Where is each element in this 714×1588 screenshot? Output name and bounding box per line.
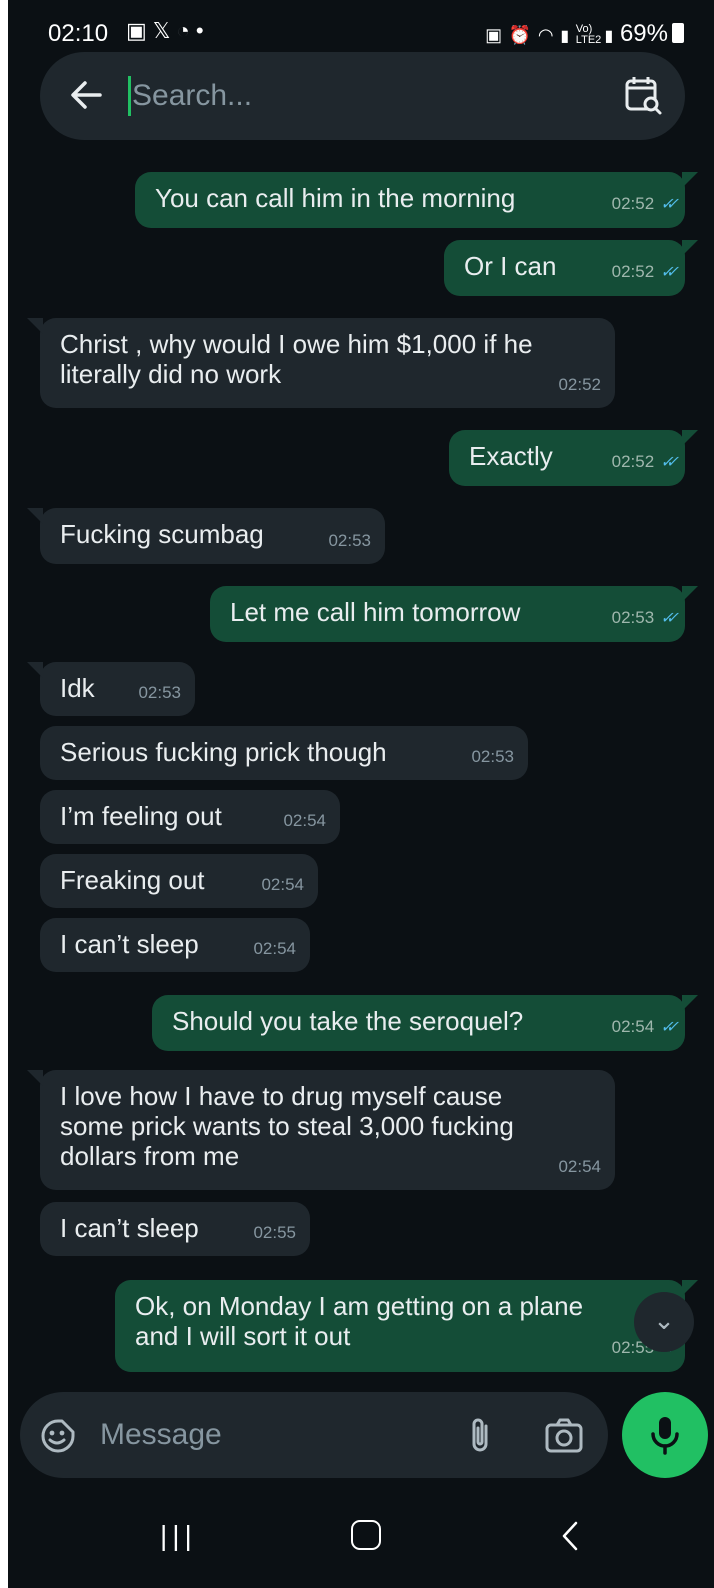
status-right: ▣ ⏰ ◠ ▮ Vo) LTE2 ▮ 69% — [485, 20, 684, 48]
message-bubble-outgoing[interactable]: Should you take the seroquel? 02:54 ✓✓ — [152, 995, 698, 1051]
search-bar: Search... — [40, 52, 685, 140]
battery-saver-icon: ▣ — [485, 25, 503, 45]
message-text: You can call him in the morning — [155, 183, 516, 213]
message-text: Serious fucking prick though — [60, 737, 387, 767]
signal-icon: ▮ — [560, 28, 570, 45]
battery-icon — [672, 23, 684, 43]
message-time: 02:53 — [328, 531, 371, 550]
message-text: Or I can — [464, 251, 557, 281]
message-text: Idk — [60, 673, 95, 703]
camera-icon[interactable] — [544, 1416, 584, 1459]
status-time: 02:10 — [48, 20, 109, 47]
message-bubble-incoming[interactable]: Christ , why would I owe him $1,000 if h… — [27, 318, 615, 408]
message-bubble-incoming[interactable]: I’m feeling out 02:54 — [40, 790, 340, 844]
network-label: Vo) LTE2 — [575, 22, 602, 46]
message-time: 02:54 — [253, 939, 296, 958]
x-logo-icon: 𝕏 — [152, 18, 177, 43]
message-bubble-outgoing[interactable]: Let me call him tomorrow 02:53 ✓✓ — [210, 586, 698, 642]
alarm-icon: ⏰ — [508, 25, 532, 45]
attach-icon[interactable] — [468, 1416, 492, 1459]
message-text: Let me call him tomorrow — [230, 597, 521, 627]
message-text: I’m feeling out — [60, 801, 222, 831]
message-text: I can’t sleep — [60, 1213, 199, 1243]
search-input[interactable]: Search... — [132, 76, 252, 116]
chat-area[interactable]: You can call him in the morning 02:52 ✓✓ … — [8, 150, 714, 1390]
message-text: I can’t sleep — [60, 929, 199, 959]
message-time: 02:54 — [261, 875, 304, 894]
message-time: 02:53 — [471, 747, 514, 766]
message-bubble-incoming[interactable]: I love how I have to drug myself cause s… — [27, 1070, 615, 1190]
message-bubble-incoming[interactable]: Freaking out 02:54 — [40, 854, 318, 908]
message-text: Fucking scumbag — [60, 519, 264, 549]
read-ticks-icon: ✓✓ — [660, 264, 679, 281]
message-time: 02:55 — [253, 1223, 296, 1242]
dot-icon: • — [195, 18, 210, 43]
message-text: Exactly — [469, 441, 553, 471]
recents-icon[interactable]: ||| — [160, 1520, 197, 1552]
message-meta: 02:54 ✓✓ — [611, 1012, 679, 1043]
system-nav-bar: ||| — [8, 1480, 714, 1588]
message-time: 02:53 — [138, 683, 181, 702]
scroll-to-bottom-button[interactable]: ⌄ — [634, 1292, 694, 1352]
message-bubble-incoming[interactable]: I can’t sleep 02:55 — [40, 1202, 310, 1256]
signal-icon: ▮ — [604, 28, 614, 45]
read-ticks-icon: ✓✓ — [660, 610, 679, 627]
message-time: 02:54 — [611, 1017, 655, 1036]
message-time: 02:52 — [611, 452, 655, 471]
battery-percent: 69% — [619, 20, 668, 47]
message-time: 02:52 — [558, 375, 601, 394]
message-bubble-incoming[interactable]: Fucking scumbag 02:53 — [27, 508, 385, 564]
message-time: 02:52 — [611, 194, 655, 213]
message-bubble-incoming[interactable]: I can’t sleep 02:54 — [40, 918, 310, 972]
timer-icon: ◔ — [176, 18, 196, 43]
status-notification-icons: ▣𝕏◔• — [126, 18, 210, 44]
read-ticks-icon: ✓✓ — [660, 1019, 679, 1036]
message-input[interactable]: Message — [100, 1416, 222, 1454]
message-bubble-incoming[interactable]: Serious fucking prick though 02:53 — [40, 726, 528, 780]
message-time: 02:54 — [558, 1157, 601, 1176]
sticker-icon[interactable] — [40, 1418, 76, 1459]
message-time: 02:52 — [611, 262, 655, 281]
wifi-icon: ◠ — [537, 25, 554, 45]
message-meta: 02:52 ✓✓ — [611, 189, 679, 220]
message-time: 02:53 — [611, 608, 655, 627]
back-arrow-icon[interactable] — [66, 74, 108, 121]
message-text: Should you take the seroquel? — [172, 1006, 524, 1036]
message-meta: 02:52 ✓✓ — [611, 257, 679, 288]
home-icon[interactable] — [351, 1520, 381, 1550]
message-meta: 02:53 ✓✓ — [611, 603, 679, 634]
message-text: Freaking out — [60, 865, 205, 895]
message-time: 02:54 — [283, 811, 326, 830]
read-ticks-icon: ✓✓ — [660, 196, 679, 213]
message-composer: Message — [20, 1392, 608, 1478]
text-cursor — [128, 76, 131, 116]
double-chevron-down-icon: ⌄ — [653, 1305, 675, 1335]
gallery-icon: ▣ — [126, 18, 153, 43]
message-bubble-outgoing[interactable]: Exactly 02:52 ✓✓ — [449, 430, 698, 486]
message-bubble-outgoing[interactable]: Ok, on Monday I am getting on a plane an… — [115, 1280, 698, 1372]
message-bubble-outgoing[interactable]: You can call him in the morning 02:52 ✓✓ — [135, 172, 698, 228]
message-text: Christ , why would I owe him $1,000 if h… — [60, 329, 533, 389]
back-icon[interactable] — [560, 1520, 580, 1557]
calendar-search-icon[interactable] — [623, 74, 663, 121]
screen-frame-edge — [0, 0, 8, 1588]
read-ticks-icon: ✓✓ — [660, 454, 679, 471]
message-bubble-incoming[interactable]: Idk 02:53 — [27, 662, 195, 716]
message-bubble-outgoing[interactable]: Or I can 02:52 ✓✓ — [444, 240, 698, 296]
message-meta: 02:52 ✓✓ — [611, 447, 679, 478]
mic-button[interactable] — [622, 1392, 708, 1478]
message-text: I love how I have to drug myself cause s… — [60, 1081, 514, 1171]
message-text: Ok, on Monday I am getting on a plane an… — [135, 1291, 584, 1351]
mic-icon — [651, 1417, 679, 1455]
